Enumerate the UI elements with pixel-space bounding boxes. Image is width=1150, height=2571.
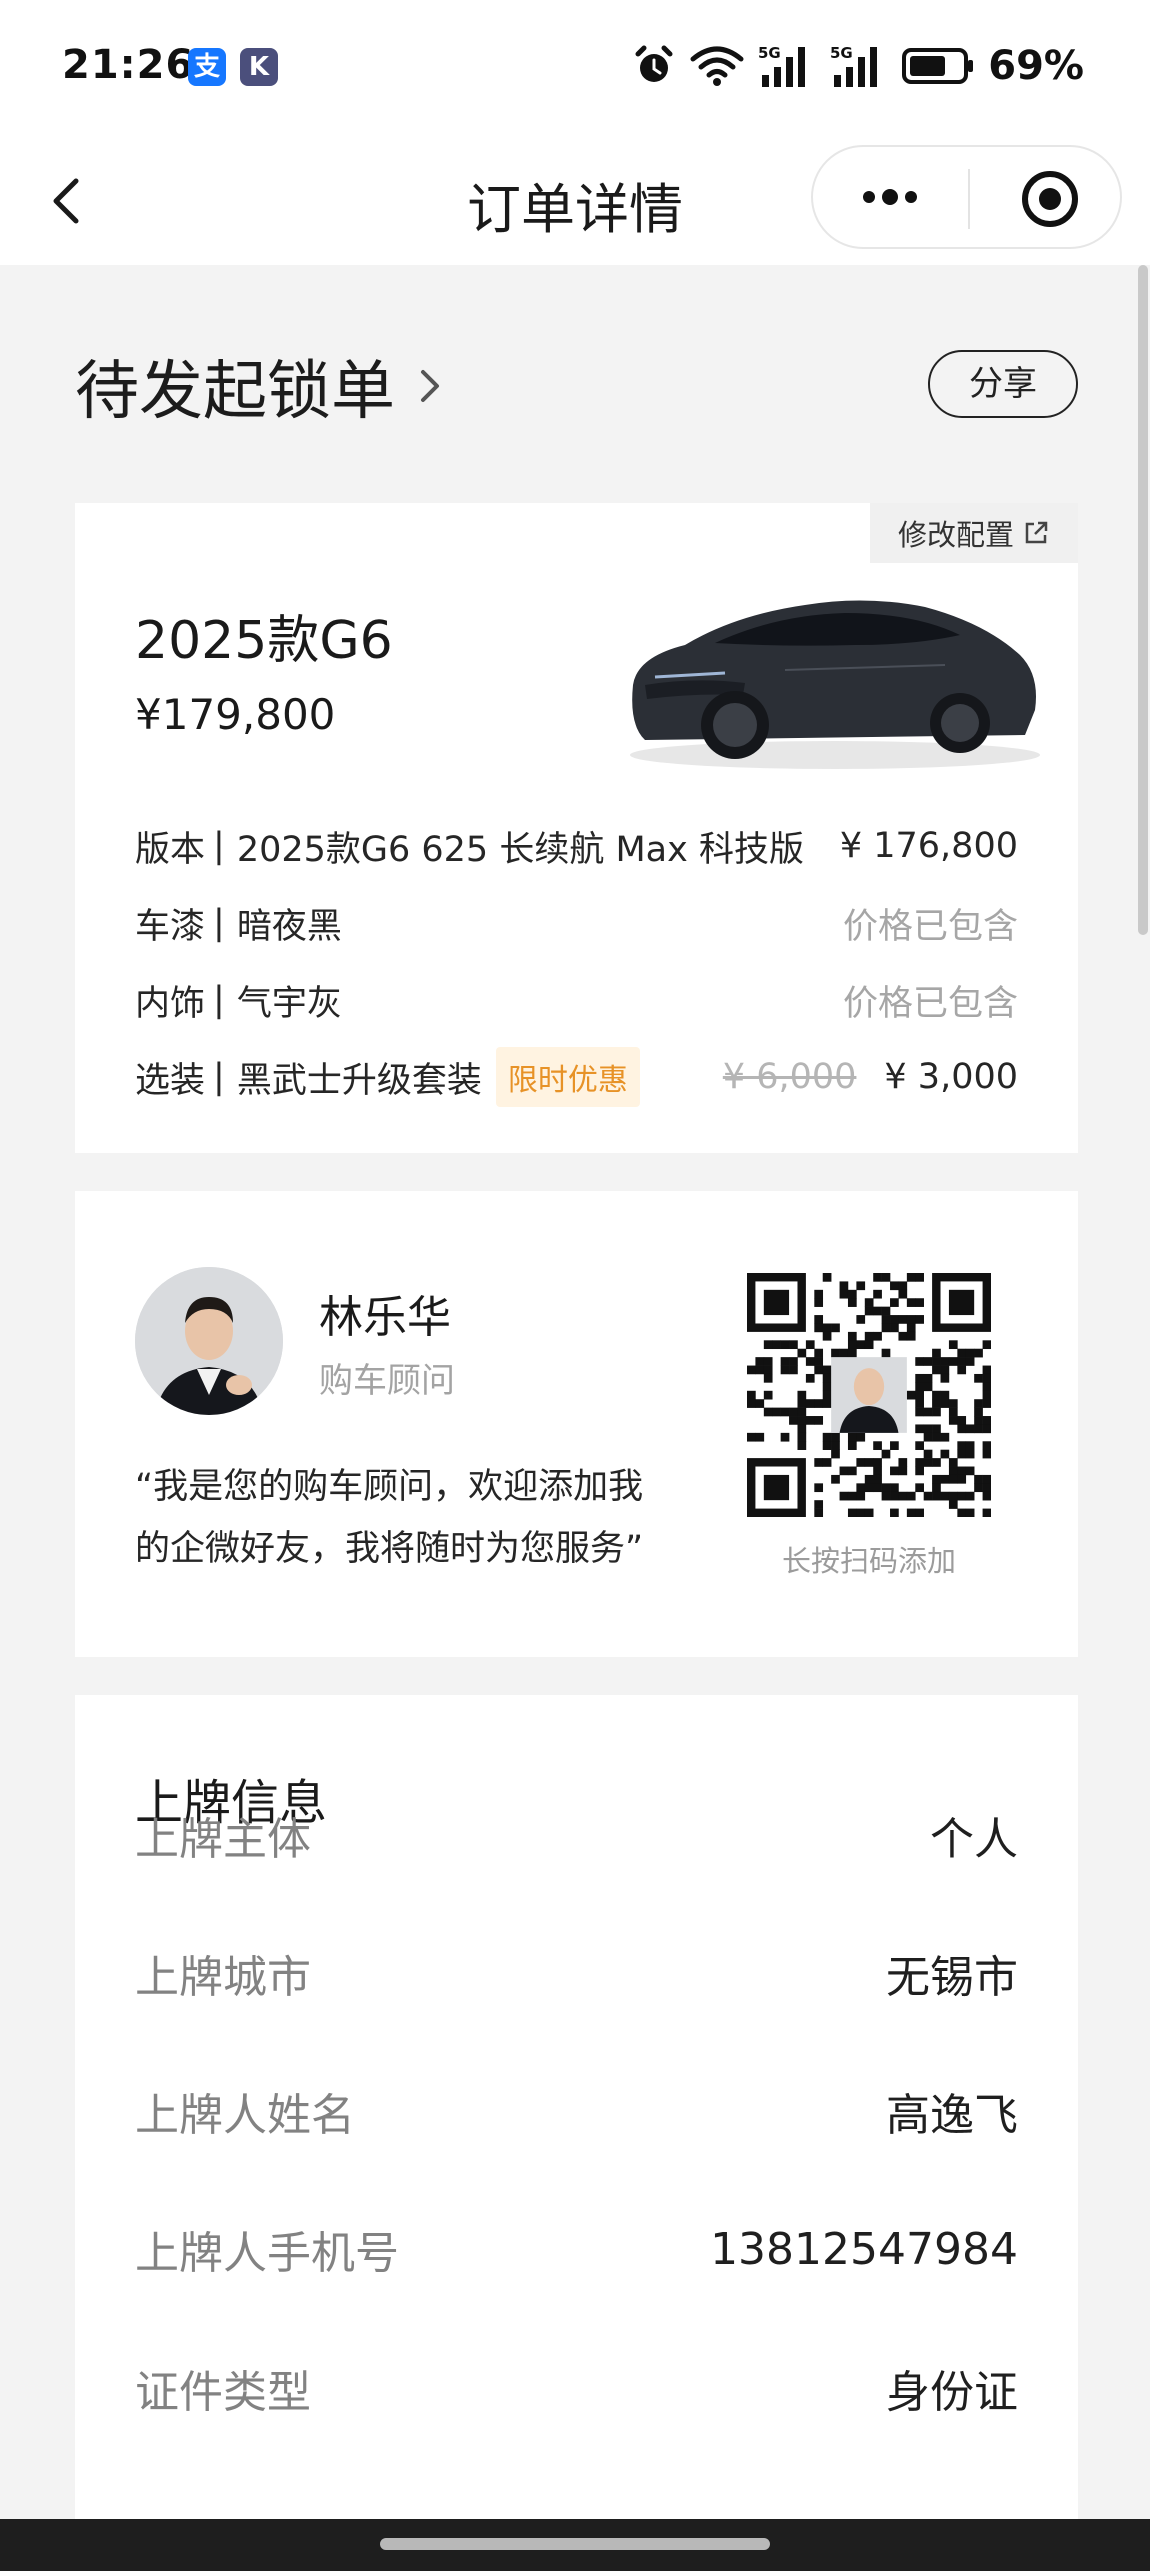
config-price: ¥ 176,800 [839, 826, 1018, 866]
advisor-quote-line: “我是您的购车顾问，欢迎添加我 [135, 1467, 644, 1507]
qr-hint: 长按扫码添加 [781, 1544, 956, 1578]
svg-text:5G: 5G [758, 44, 781, 62]
battery-icon [902, 48, 974, 84]
car-model: 2025款G6 [135, 611, 393, 671]
plate-value: 身份证 [886, 2367, 1018, 2418]
plate-value: 13812547984 [710, 2223, 1018, 2275]
config-row-option: 选装 | 黑武士升级套装 限时优惠 ¥ 6,000 ¥ 3,000 [135, 1047, 1018, 1107]
chevron-right-icon [421, 370, 439, 402]
target-circle-icon[interactable] [1018, 167, 1082, 231]
car-config-card: 修改配置 2025款G6 ¥179,800 版本 | 2025款G6 625 长… [75, 503, 1078, 1153]
more-dots-icon[interactable] [855, 177, 925, 217]
mini-program-capsule [811, 145, 1122, 249]
config-row-version [135, 681, 1018, 741]
wifi-icon [690, 46, 744, 86]
share-button[interactable]: 分享 [928, 350, 1078, 418]
config-separator: | [213, 1057, 225, 1097]
plate-row-subject: 上牌主体 个人 [135, 1800, 1018, 1870]
chevron-left-icon[interactable] [38, 165, 98, 235]
status-bar: 21:26 支 K 5G 5G 69% [0, 0, 1150, 135]
signal-5g-icon: 5G [758, 44, 806, 87]
advisor-quote-line: 的企微好友，我将随时为您服务” [135, 1529, 644, 1569]
k-app-icon: K [240, 48, 278, 86]
advisor-quote: “我是您的购车顾问，欢迎添加我 的企微好友，我将随时为您服务” [135, 1456, 695, 1580]
config-row-interior: 内饰 | 气宇灰 价格已包含 [135, 970, 1018, 1030]
config-price: 价格已包含 [842, 983, 1018, 1024]
modify-config-label: 修改配置 [897, 518, 1014, 552]
config-separator: | [213, 980, 225, 1020]
plate-row-id-type: 证件类型 身份证 [135, 2353, 1018, 2423]
config-separator: | [213, 826, 225, 866]
plate-key: 证件类型 [135, 2367, 311, 2418]
plate-value: 个人 [930, 1814, 1018, 1865]
config-separator: | [213, 903, 225, 943]
advisor-name: 林乐华 [319, 1292, 451, 1343]
config-value: 气宇灰 [236, 983, 342, 1024]
advisor-role: 购车顾问 [319, 1361, 455, 1401]
advisor-card: 林乐华 购车顾问 “我是您的购车顾问，欢迎添加我 的企微好友，我将随时为您服务”… [75, 1191, 1078, 1657]
qr-code[interactable] [747, 1273, 991, 1517]
config-key: 车漆 [135, 906, 206, 947]
gesture-bar [0, 2519, 1150, 2571]
plate-key: 上牌城市 [135, 1952, 311, 2003]
plate-row-name: 上牌人姓名 高逸飞 [135, 2076, 1018, 2146]
order-status-label: 待发起锁单 [75, 355, 395, 429]
signal-5g-icon: 5G [830, 44, 878, 87]
plate-row-city: 上牌城市 无锡市 [135, 1938, 1018, 2008]
nav-bar: 订单详情 [0, 135, 1150, 265]
external-link-icon [1025, 521, 1048, 544]
svg-text:5G: 5G [830, 44, 853, 62]
plate-key: 上牌人手机号 [135, 2228, 399, 2279]
battery-percent: 69% [988, 43, 1084, 89]
config-value: 暗夜黑 [236, 906, 342, 947]
plate-row-phone: 上牌人手机号 13812547984 [135, 2214, 1018, 2284]
capsule-divider [968, 169, 970, 229]
original-price: ¥ 6,000 [722, 1057, 857, 1097]
order-status[interactable]: 待发起锁单 [75, 340, 445, 432]
alarm-icon [635, 45, 673, 82]
plate-key: 上牌主体 [135, 1814, 311, 1865]
home-indicator[interactable] [380, 2538, 770, 2550]
plate-info-card: 上牌信息 上牌主体 个人 上牌城市 无锡市 上牌人姓名 高逸飞 上牌人手机号 1… [75, 1695, 1078, 2571]
car-image [630, 600, 1040, 769]
config-row-version: 版本 | 2025款G6 625 长续航 Max 科技版 ¥ 176,800 [135, 816, 1018, 876]
plate-value: 无锡市 [886, 1952, 1018, 2003]
promo-badge: 限时优惠 [495, 1047, 640, 1107]
plate-key: 上牌人姓名 [135, 2090, 355, 2141]
status-indicators: 5G 5G 69% [632, 40, 1084, 92]
modify-config-button[interactable]: 修改配置 [870, 503, 1078, 563]
alipay-icon: 支 [188, 48, 226, 86]
status-time: 21:26 [62, 42, 195, 88]
config-value: 2025款G6 625 长续航 Max 科技版 [236, 829, 804, 870]
config-price: ¥ 3,000 [884, 1057, 1018, 1097]
config-price: 价格已包含 [842, 906, 1018, 947]
plate-value: 高逸飞 [886, 2090, 1018, 2141]
config-row-paint: 车漆 | 暗夜黑 价格已包含 [135, 893, 1018, 953]
scroll-indicator[interactable] [1138, 265, 1148, 935]
config-value: 黑武士升级套装 [236, 1060, 482, 1101]
config-key: 内饰 [135, 983, 206, 1024]
config-key: 版本 [135, 829, 206, 870]
avatar [135, 1267, 283, 1415]
config-key: 选装 [135, 1060, 206, 1101]
